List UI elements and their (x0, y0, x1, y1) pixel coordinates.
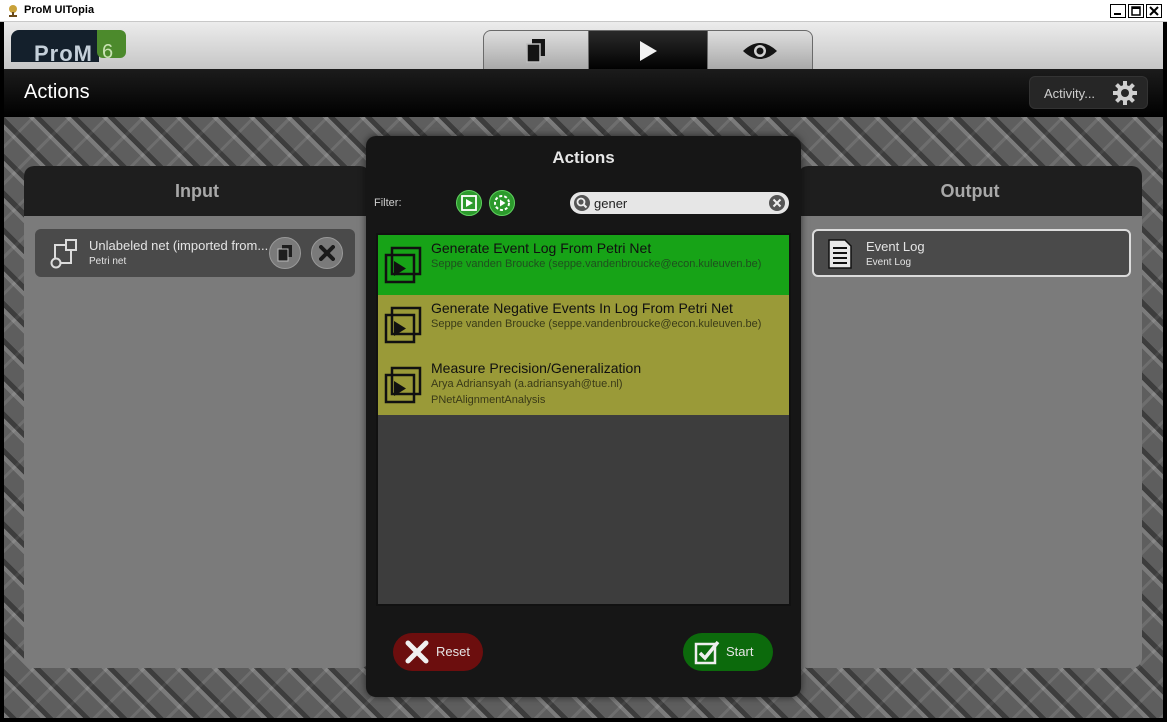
filter-config-button[interactable] (489, 190, 515, 216)
copy-input-button[interactable] (269, 237, 301, 269)
action-row[interactable]: Generate Negative Events In Log From Pet… (378, 295, 789, 355)
activity-label: Activity... (1044, 86, 1096, 101)
plugin-filter-icon (461, 195, 477, 211)
maximize-button[interactable] (1128, 4, 1144, 18)
actions-list: Generate Event Log From Petri Net Seppe … (376, 233, 791, 606)
action-author: Arya Adriansyah (a.adriansyah@tue.nl) (431, 378, 623, 390)
output-item-type: Event Log (866, 257, 912, 268)
filter-plugins-button[interactable] (456, 190, 482, 216)
reset-button[interactable]: Reset (393, 633, 483, 671)
reset-label: Reset (436, 644, 470, 659)
action-author: Seppe vanden Broucke (seppe.vandenbrouck… (431, 318, 762, 330)
input-item-type: Petri net (89, 256, 127, 267)
action-author: Seppe vanden Broucke (seppe.vandenbrouck… (431, 258, 762, 270)
input-item[interactable]: Unlabeled net (imported from... Petri ne… (35, 229, 355, 277)
config-filter-icon (494, 195, 510, 211)
close-icon (319, 245, 335, 261)
input-item-name: Unlabeled net (imported from... (89, 238, 269, 253)
close-window-button[interactable] (1146, 4, 1162, 18)
page-title: Actions (24, 81, 90, 103)
plugin-icon (384, 306, 422, 344)
checkbox-icon (694, 640, 720, 665)
document-icon (828, 239, 852, 269)
close-icon (1149, 6, 1159, 16)
dialog-title: Actions (552, 148, 615, 167)
search-icon (574, 195, 590, 211)
minimize-icon (1114, 13, 1121, 15)
prom-logo: ProM 6 (11, 30, 126, 66)
action-row[interactable]: Measure Precision/Generalization Arya Ad… (378, 355, 789, 415)
logo-version: 6 (102, 41, 114, 63)
action-package: PNetAlignmentAnalysis (431, 394, 546, 406)
activity-button[interactable]: Activity... (1029, 76, 1148, 109)
input-panel-title: Input (24, 166, 370, 216)
output-panel-title: Output (798, 166, 1142, 216)
search-box (570, 192, 789, 214)
app-header: ProM 6 (4, 22, 1163, 70)
plugin-icon (384, 246, 422, 284)
search-input[interactable] (594, 194, 762, 212)
action-title: Generate Negative Events In Log From Pet… (431, 300, 733, 316)
start-label: Start (726, 644, 754, 659)
action-row[interactable]: Generate Event Log From Petri Net Seppe … (378, 235, 789, 295)
window-title: ProM UITopia (24, 4, 95, 16)
plugin-icon (384, 366, 422, 404)
workspace-icon (526, 38, 545, 63)
copy-icon (277, 245, 292, 262)
eye-icon (743, 42, 777, 59)
minimize-button[interactable] (1110, 4, 1126, 18)
prom-app-icon (9, 5, 17, 17)
play-icon (640, 40, 657, 61)
output-panel: Output Event Log Event Log (798, 166, 1142, 668)
logo-name: ProM (34, 41, 93, 66)
reset-icon (405, 640, 429, 664)
start-button[interactable]: Start (683, 633, 773, 671)
action-title: Generate Event Log From Petri Net (431, 240, 652, 256)
output-item-name: Event Log (866, 239, 925, 254)
actions-dialog: Actions Filter: gener Generate Event Log… (366, 136, 801, 697)
maximize-icon (1131, 6, 1141, 16)
petri-net-icon (50, 239, 77, 269)
tab-workspace[interactable] (483, 30, 589, 70)
output-item[interactable]: Event Log Event Log (812, 229, 1131, 277)
tab-views[interactable] (707, 30, 813, 70)
view-tabs (483, 30, 813, 70)
filter-label: Filter: (374, 197, 402, 209)
clear-search-icon[interactable] (768, 194, 786, 212)
tab-actions[interactable] (588, 30, 708, 70)
action-title: Measure Precision/Generalization (431, 360, 642, 376)
window-titlebar: ProM UITopia (0, 0, 1167, 22)
actions-header-bar: Actions Activity... (4, 69, 1163, 117)
remove-input-button[interactable] (311, 237, 343, 269)
input-panel: Input Unlabeled net (imported from... Pe… (24, 166, 370, 668)
gear-icon (1113, 81, 1137, 105)
